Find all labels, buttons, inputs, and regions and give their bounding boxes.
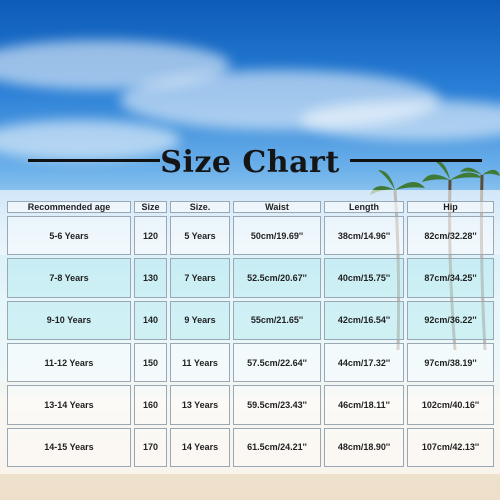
cell-size: 160 — [134, 385, 167, 425]
header-size-label: Size. — [170, 201, 230, 213]
cell-waist: 61.5cm/24.21'' — [233, 427, 321, 467]
cell-age: 11-12 Years — [7, 342, 131, 383]
cell-size-label: 11 Years — [170, 342, 230, 383]
cell-length: 42cm/16.54'' — [324, 300, 404, 340]
cell-age: 14-15 Years — [7, 427, 131, 467]
cell-hip: 82cm/32.28'' — [407, 216, 494, 256]
cell-hip: 102cm/40.16'' — [407, 385, 494, 425]
cell-size: 130 — [134, 258, 167, 298]
header-recommended-age: Recommended age — [7, 201, 131, 213]
cell-waist: 52.5cm/20.67'' — [233, 258, 321, 298]
header-waist: Waist — [233, 201, 321, 213]
cell-hip: 87cm/34.25'' — [407, 258, 494, 298]
size-chart-panel: Recommended age Size Size. Waist Length … — [0, 190, 500, 474]
table-row: 5-6 Years 120 5 Years 50cm/19.69'' 38cm/… — [7, 216, 494, 256]
cell-length: 44cm/17.32'' — [324, 342, 404, 383]
table-row: 9-10 Years 140 9 Years 55cm/21.65'' 42cm… — [7, 300, 494, 340]
header-hip: Hip — [407, 201, 494, 213]
cell-length: 40cm/15.75'' — [324, 258, 404, 298]
cell-length: 38cm/14.96'' — [324, 216, 404, 256]
cell-hip: 97cm/38.19'' — [407, 342, 494, 383]
cell-age: 13-14 Years — [7, 385, 131, 425]
header-size: Size — [134, 201, 167, 213]
cell-size: 120 — [134, 216, 167, 256]
page-title: Size Chart — [160, 144, 340, 180]
table-row: 13-14 Years 160 13 Years 59.5cm/23.43'' … — [7, 385, 494, 425]
cell-age: 9-10 Years — [7, 300, 131, 340]
cell-size: 150 — [134, 342, 167, 383]
cell-waist: 50cm/19.69'' — [233, 216, 321, 256]
title-bar: Size Chart — [0, 140, 500, 184]
table-header-row: Recommended age Size Size. Waist Length … — [7, 201, 494, 213]
size-chart-table: Recommended age Size Size. Waist Length … — [4, 198, 497, 470]
cell-size: 140 — [134, 300, 167, 340]
cell-size-label: 13 Years — [170, 385, 230, 425]
cell-age: 7-8 Years — [7, 258, 131, 298]
table-row: 7-8 Years 130 7 Years 52.5cm/20.67'' 40c… — [7, 258, 494, 298]
cell-age: 5-6 Years — [7, 216, 131, 256]
cell-size-label: 5 Years — [170, 216, 230, 256]
cell-size-label: 9 Years — [170, 300, 230, 340]
cell-hip: 107cm/42.13'' — [407, 427, 494, 467]
cell-length: 46cm/18.11'' — [324, 385, 404, 425]
cell-waist: 57.5cm/22.64'' — [233, 342, 321, 383]
header-length: Length — [324, 201, 404, 213]
cell-size-label: 7 Years — [170, 258, 230, 298]
cell-length: 48cm/18.90'' — [324, 427, 404, 467]
cell-size: 170 — [134, 427, 167, 467]
table-row: 14-15 Years 170 14 Years 61.5cm/24.21'' … — [7, 427, 494, 467]
cell-waist: 55cm/21.65'' — [233, 300, 321, 340]
cell-waist: 59.5cm/23.43'' — [233, 385, 321, 425]
cell-hip: 92cm/36.22'' — [407, 300, 494, 340]
cell-size-label: 14 Years — [170, 427, 230, 467]
table-row: 11-12 Years 150 11 Years 57.5cm/22.64'' … — [7, 342, 494, 383]
